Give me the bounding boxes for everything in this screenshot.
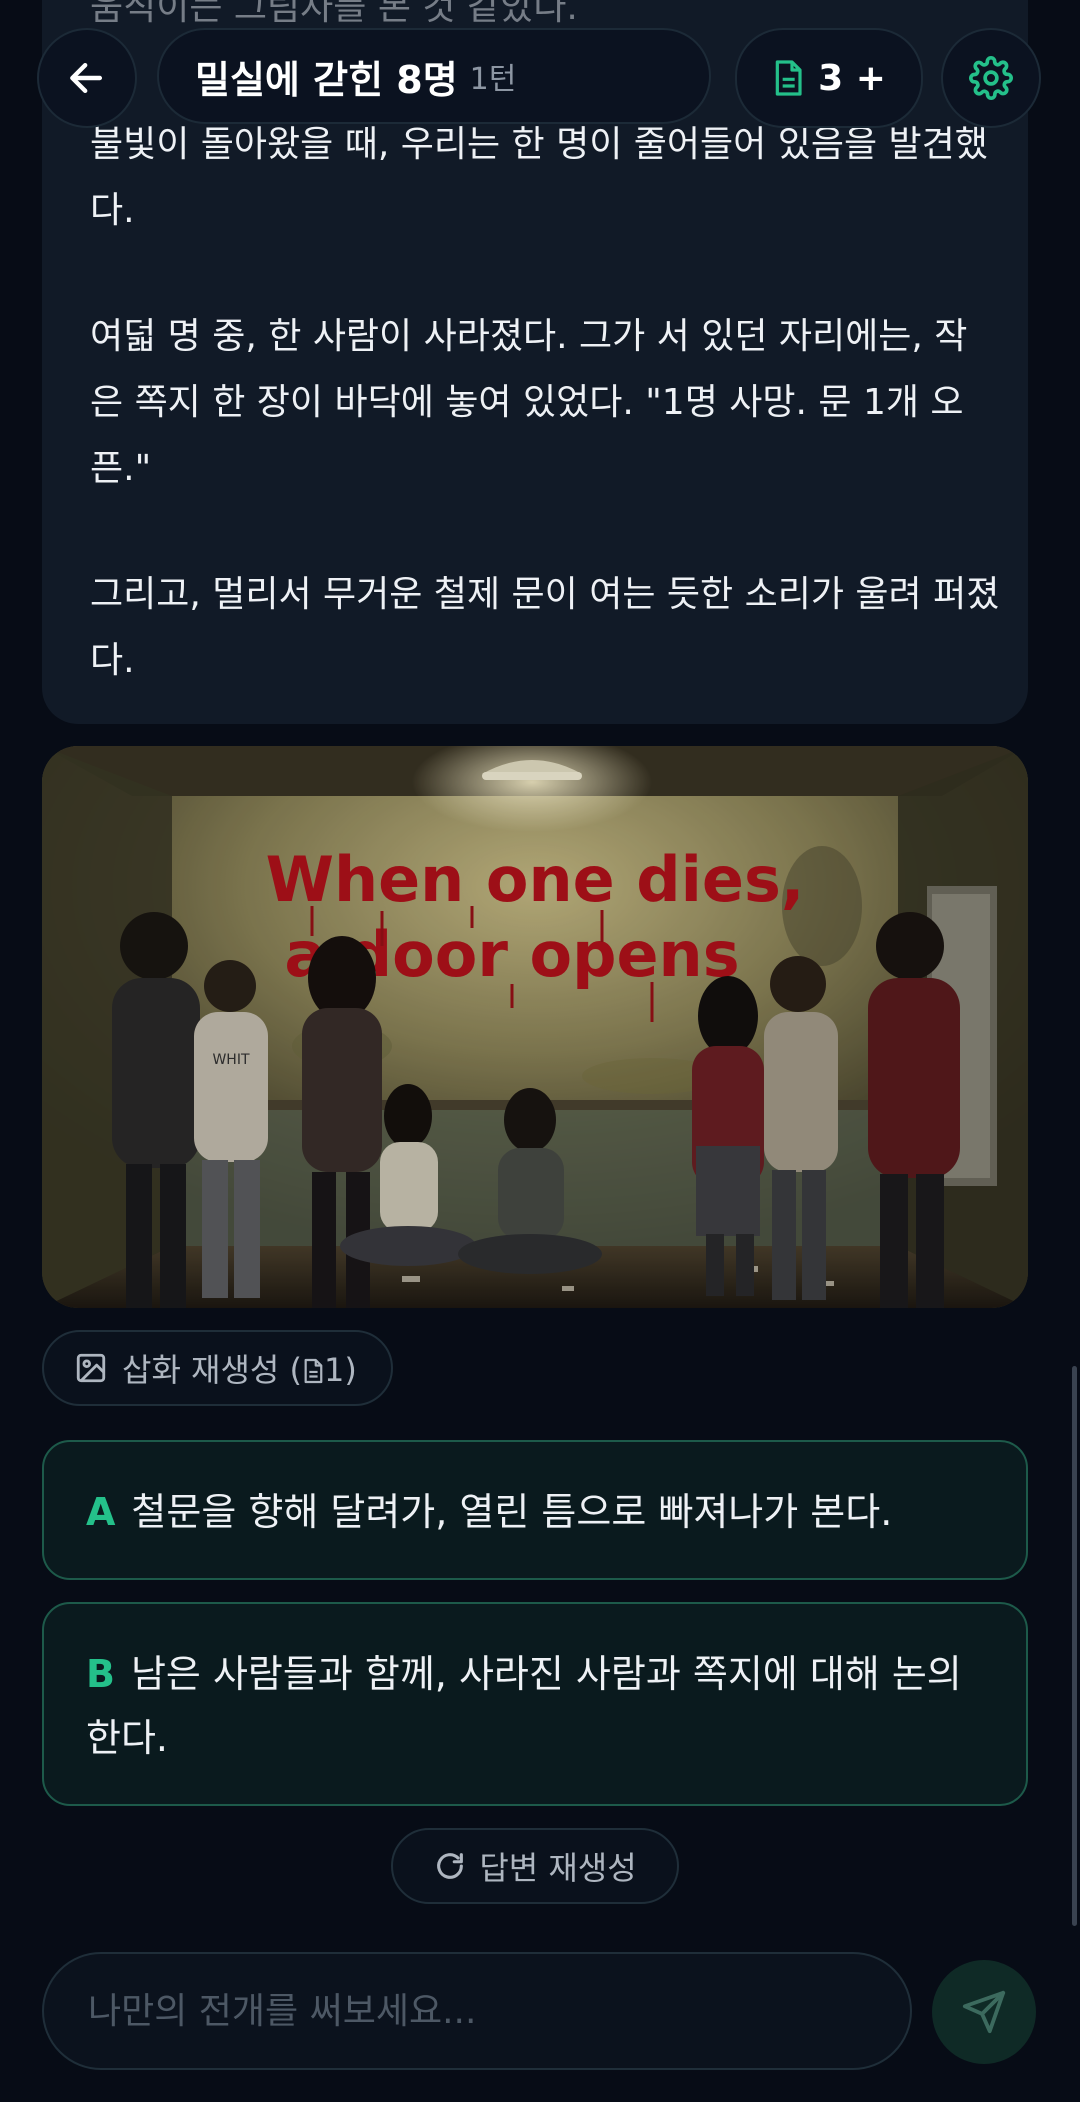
custom-story-input[interactable] bbox=[86, 1989, 910, 2033]
image-icon bbox=[76, 1353, 106, 1383]
back-button[interactable] bbox=[37, 28, 137, 128]
choice-a[interactable]: A 철문을 향해 달려가, 열린 틈으로 빠져나가 본다. bbox=[42, 1440, 1028, 1580]
story-paragraph: 불빛이 돌아왔을 때, 우리는 한 명이 줄어들어 있음을 발견했다. bbox=[90, 124, 988, 231]
regenerate-illustration-label: 삽화 재생성 ( bbox=[122, 1351, 303, 1389]
story-partial-line: 움직이는 그림자를 본 것 같았다. bbox=[90, 0, 578, 28]
token-balance-button[interactable]: 3 + bbox=[735, 28, 923, 128]
illustration-scene: When one dies, a door opens WHIT bbox=[42, 746, 1028, 1308]
back-arrow-icon bbox=[70, 62, 103, 94]
choice-text: 남은 사람들과 함께, 사라진 사람과 쪽지에 대해 논의한다. bbox=[86, 1652, 962, 1760]
story-paragraph: 여덟 명 중, 한 사람이 사라졌다. 그가 서 있던 자리에는, 작은 쪽지 … bbox=[90, 316, 968, 489]
regenerate-illustration-button[interactable]: 삽화 재생성 ( 1) bbox=[42, 1330, 393, 1406]
send-button[interactable] bbox=[932, 1960, 1036, 2064]
story-title-pill[interactable]: 밀실에 갇힌 8명 1턴 bbox=[157, 28, 711, 124]
settings-button[interactable] bbox=[941, 28, 1041, 128]
story-illustration: When one dies, a door opens WHIT bbox=[42, 746, 1028, 1308]
choice-letter: A bbox=[86, 1490, 116, 1534]
choice-b[interactable]: B 남은 사람들과 함께, 사라진 사람과 쪽지에 대해 논의한다. bbox=[42, 1602, 1028, 1806]
send-icon bbox=[962, 1990, 1006, 2034]
document-icon bbox=[304, 1358, 323, 1384]
regenerate-answer-button[interactable]: 답변 재생성 bbox=[391, 1828, 679, 1904]
token-count: 3 + bbox=[818, 57, 886, 99]
choice-letter: B bbox=[86, 1652, 115, 1696]
regenerate-answer-label: 답변 재생성 bbox=[479, 1849, 637, 1887]
turn-counter: 1턴 bbox=[469, 62, 517, 97]
choice-text: 철문을 향해 달려가, 열린 틈으로 빠져나가 본다. bbox=[131, 1490, 893, 1534]
scrollbar[interactable] bbox=[1072, 1366, 1077, 1926]
refresh-icon bbox=[437, 1853, 464, 1879]
story-title: 밀실에 갇힌 8명 bbox=[195, 57, 458, 102]
custom-story-input-wrapper bbox=[42, 1952, 912, 2070]
regenerate-illustration-cost: 1) bbox=[324, 1351, 357, 1389]
story-text: 불빛이 돌아왔을 때, 우리는 한 명이 줄어들어 있음을 발견했다. 여덟 명… bbox=[90, 112, 1000, 694]
document-icon bbox=[775, 60, 802, 96]
story-paragraph: 그리고, 멀리서 무거운 철제 문이 여는 듯한 소리가 울려 퍼졌다. bbox=[90, 574, 1000, 681]
gear-icon bbox=[969, 56, 1013, 100]
